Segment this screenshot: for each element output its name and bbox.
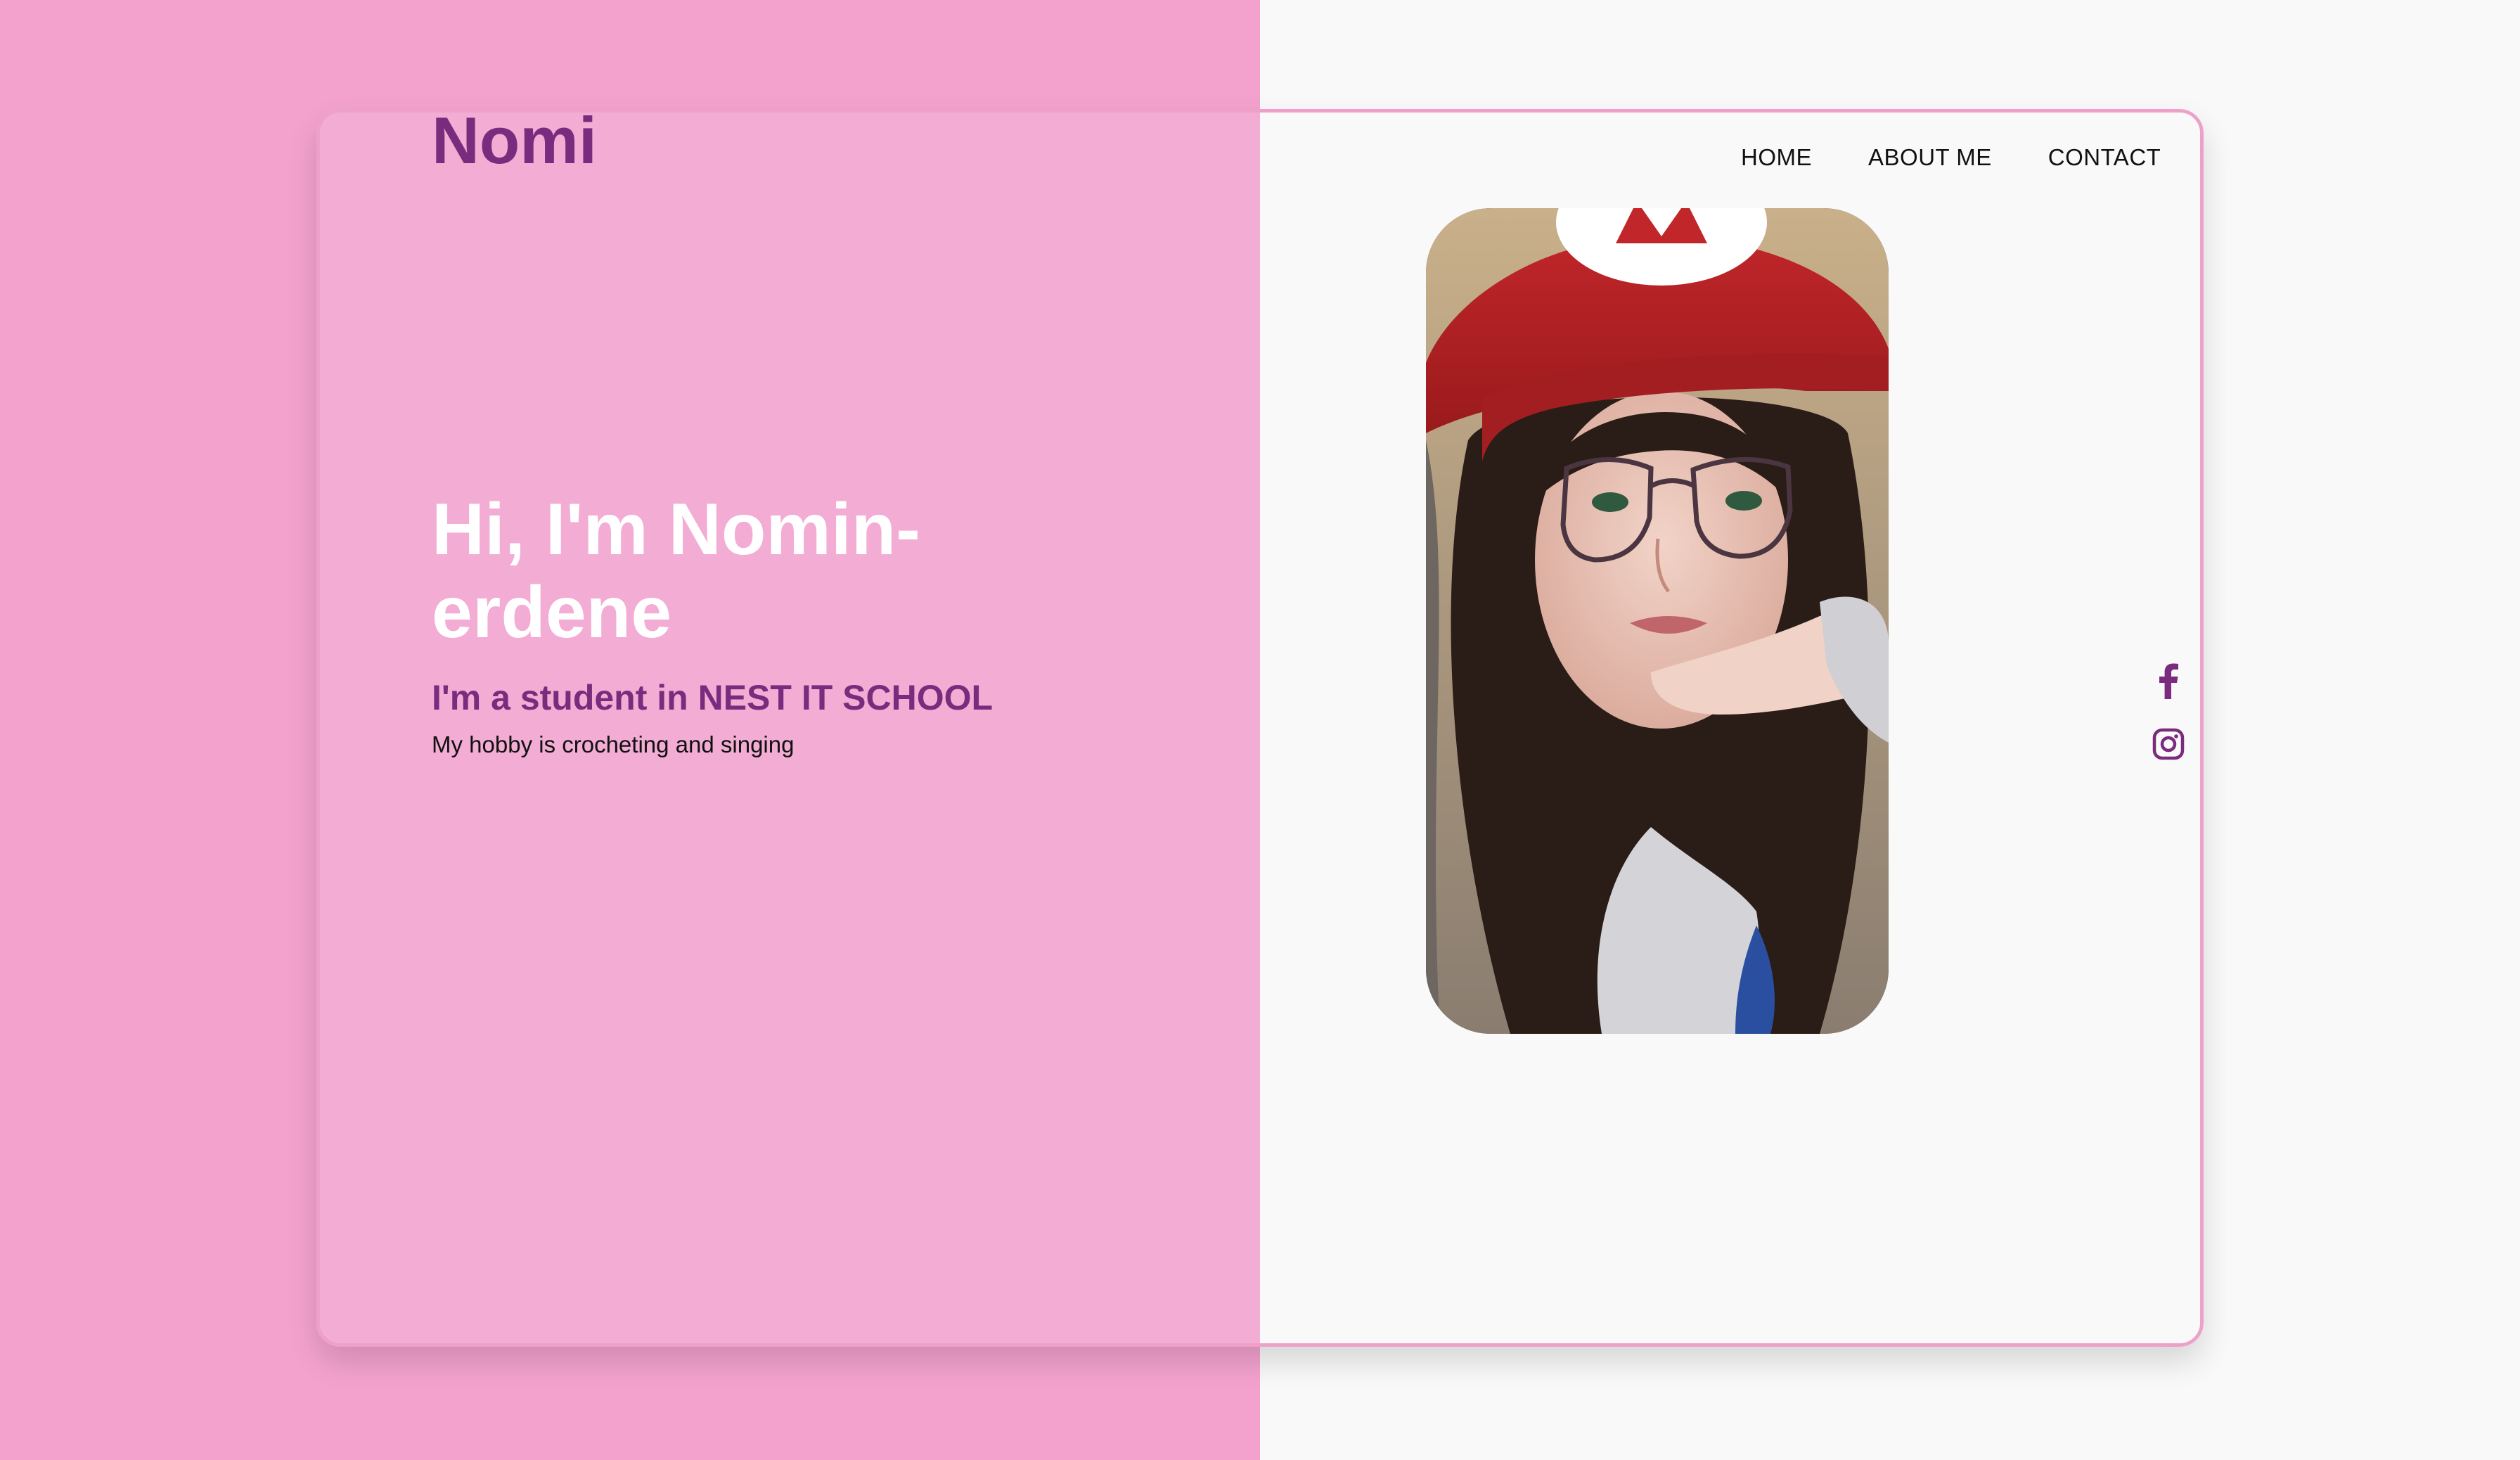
nav-item-home: HOME — [1741, 144, 1812, 171]
hero-subtitle: I'm a student in NEST IT SCHOOL — [432, 678, 994, 717]
hero-title: Hi, I'm Nomin-erdene — [432, 489, 920, 653]
instagram-link[interactable] — [2147, 723, 2190, 765]
nav-item-contact: CONTACT — [2048, 144, 2161, 171]
facebook-icon — [2159, 663, 2178, 699]
nav-link-home[interactable]: HOME — [1741, 144, 1812, 170]
card-left-panel — [316, 109, 1260, 1347]
facebook-link[interactable] — [2147, 660, 2190, 702]
instagram-icon — [2152, 728, 2185, 760]
hero-description: My hobby is crocheting and singing — [432, 731, 795, 757]
nav-link-contact[interactable]: CONTACT — [2048, 144, 2161, 170]
nav-item-about: ABOUT ME — [1868, 144, 1992, 171]
profile-photo-illustration — [1426, 208, 1889, 1034]
site-logo[interactable]: Nomi — [432, 104, 597, 177]
main-navigation: HOME ABOUT ME CONTACT — [1741, 144, 2161, 171]
nav-link-about-me[interactable]: ABOUT ME — [1868, 144, 1992, 170]
portfolio-card — [316, 109, 2204, 1347]
profile-photo — [1426, 208, 1889, 1034]
